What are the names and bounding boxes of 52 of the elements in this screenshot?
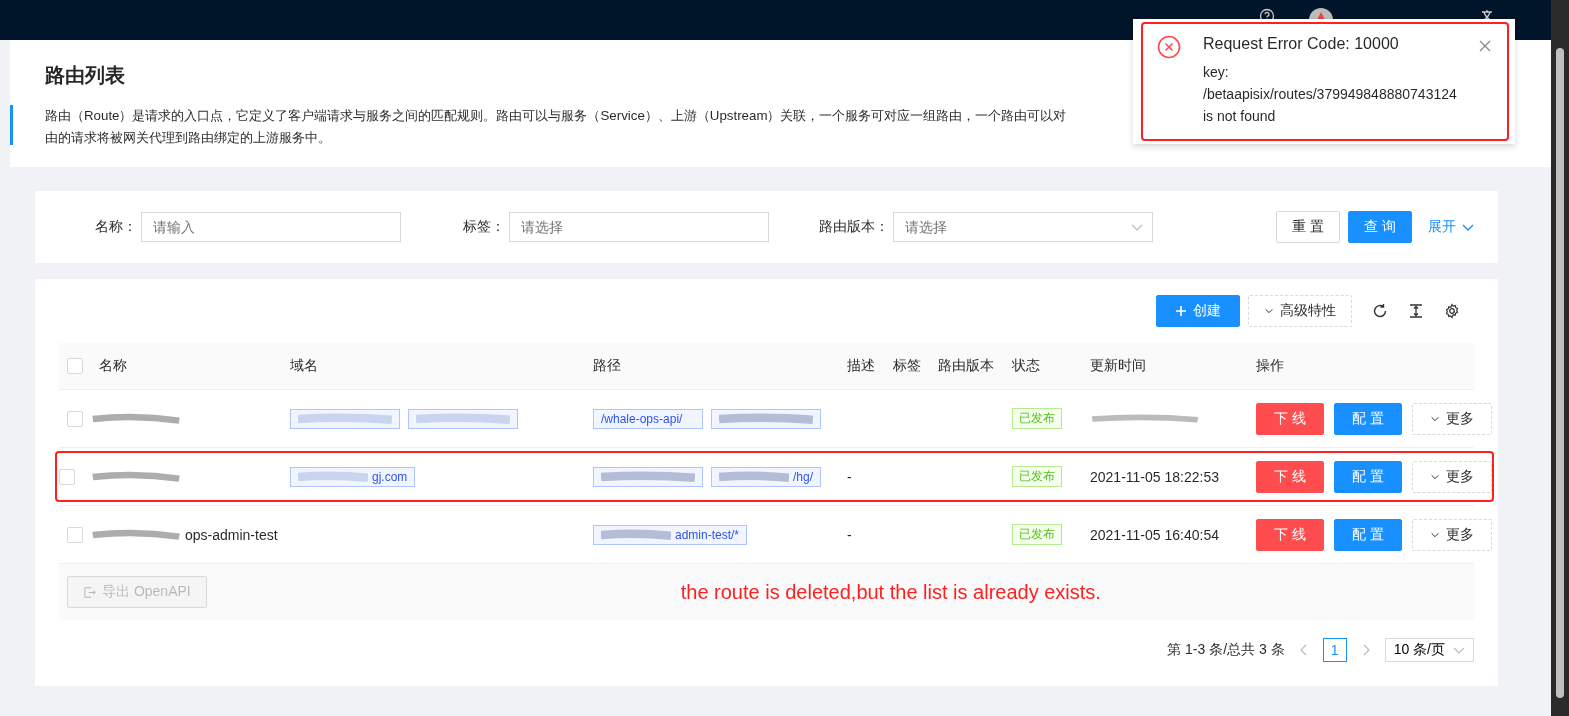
notification-message: /betaapisix/routes/379949848880743124 xyxy=(1203,85,1458,104)
notification-message: is not found xyxy=(1203,107,1277,126)
page-title: 路由列表 xyxy=(45,62,125,88)
column-header: 更新时间 xyxy=(1090,357,1146,375)
path-tag: /hg/ xyxy=(711,466,821,487)
route-name: ops-admin-test xyxy=(185,526,278,543)
query-button[interactable]: 查 询 xyxy=(1348,210,1412,243)
filter-label: 标签： xyxy=(463,217,505,236)
input-field[interactable]: 请输入 xyxy=(141,211,401,242)
config-button[interactable]: 配 置 xyxy=(1333,460,1402,493)
select-field[interactable]: 请选择 xyxy=(509,211,769,242)
column-header: 名称 xyxy=(99,357,127,375)
offline-button[interactable]: 下 线 xyxy=(1256,460,1324,493)
more-button[interactable]: 更多 xyxy=(1411,518,1492,551)
page-description: 路由（Route）是请求的入口点，它定义了客户端请求与服务之间的匹配规则。路由可以与服务（Service）、上游（Upstream）关联，一个服务可对应一组路由，一个路由可以对 xyxy=(45,106,1067,125)
offline-button[interactable]: 下 线 xyxy=(1256,402,1324,435)
description-text: - xyxy=(847,526,852,543)
update-time: 2021-11-05 18:22:53 xyxy=(1090,468,1219,485)
host-tag: gj.com xyxy=(290,466,416,487)
page-size-select[interactable]: 10 条/页 xyxy=(1384,638,1474,662)
notification-title: Request Error Code: 10000 xyxy=(1203,35,1400,53)
more-button[interactable]: 更多 xyxy=(1411,402,1492,435)
create-button[interactable]: 创建 xyxy=(1156,295,1240,327)
config-button[interactable]: 配 置 xyxy=(1333,518,1402,551)
path-tag: /whale-ops-api/ xyxy=(593,408,703,429)
filter-label: 名称： xyxy=(95,217,137,236)
status-tag: 已发布 xyxy=(1012,408,1062,429)
column-header: 域名 xyxy=(290,357,318,375)
column-header: 路径 xyxy=(593,357,621,375)
path-tag: admin-test/* xyxy=(593,524,748,545)
page-button[interactable]: 1 xyxy=(1322,638,1347,662)
filter-label: 路由版本： xyxy=(819,217,889,236)
more-button[interactable]: 更多 xyxy=(1411,460,1492,493)
status-tag: 已发布 xyxy=(1012,466,1062,487)
column-header: 状态 xyxy=(1012,357,1040,375)
expand-link[interactable]: 展开 xyxy=(1428,217,1474,236)
update-time: 2021-11-05 16:40:54 xyxy=(1090,526,1219,543)
config-button[interactable]: 配 置 xyxy=(1333,402,1402,435)
notification-message: key: xyxy=(1203,63,1230,82)
column-header: 描述 xyxy=(847,357,875,375)
column-header: 操作 xyxy=(1256,357,1284,375)
reset-button[interactable]: 重 置 xyxy=(1276,210,1341,243)
offline-button[interactable]: 下 线 xyxy=(1256,518,1324,551)
pagination-summary: 第 1-3 条/总共 3 条 xyxy=(1167,641,1285,659)
select-field[interactable]: 请选择 xyxy=(893,211,1153,242)
column-header: 标签 xyxy=(893,357,921,375)
annotation-text: the route is deleted,but the list is already exists. xyxy=(680,580,1101,604)
page-description: 由的请求将被网关代理到路由绑定的上游服务中。 xyxy=(45,128,332,147)
advanced-button[interactable]: 高级特性 xyxy=(1248,295,1352,327)
description-text: - xyxy=(847,468,852,485)
column-header: 路由版本 xyxy=(938,357,994,375)
status-tag: 已发布 xyxy=(1012,524,1062,545)
